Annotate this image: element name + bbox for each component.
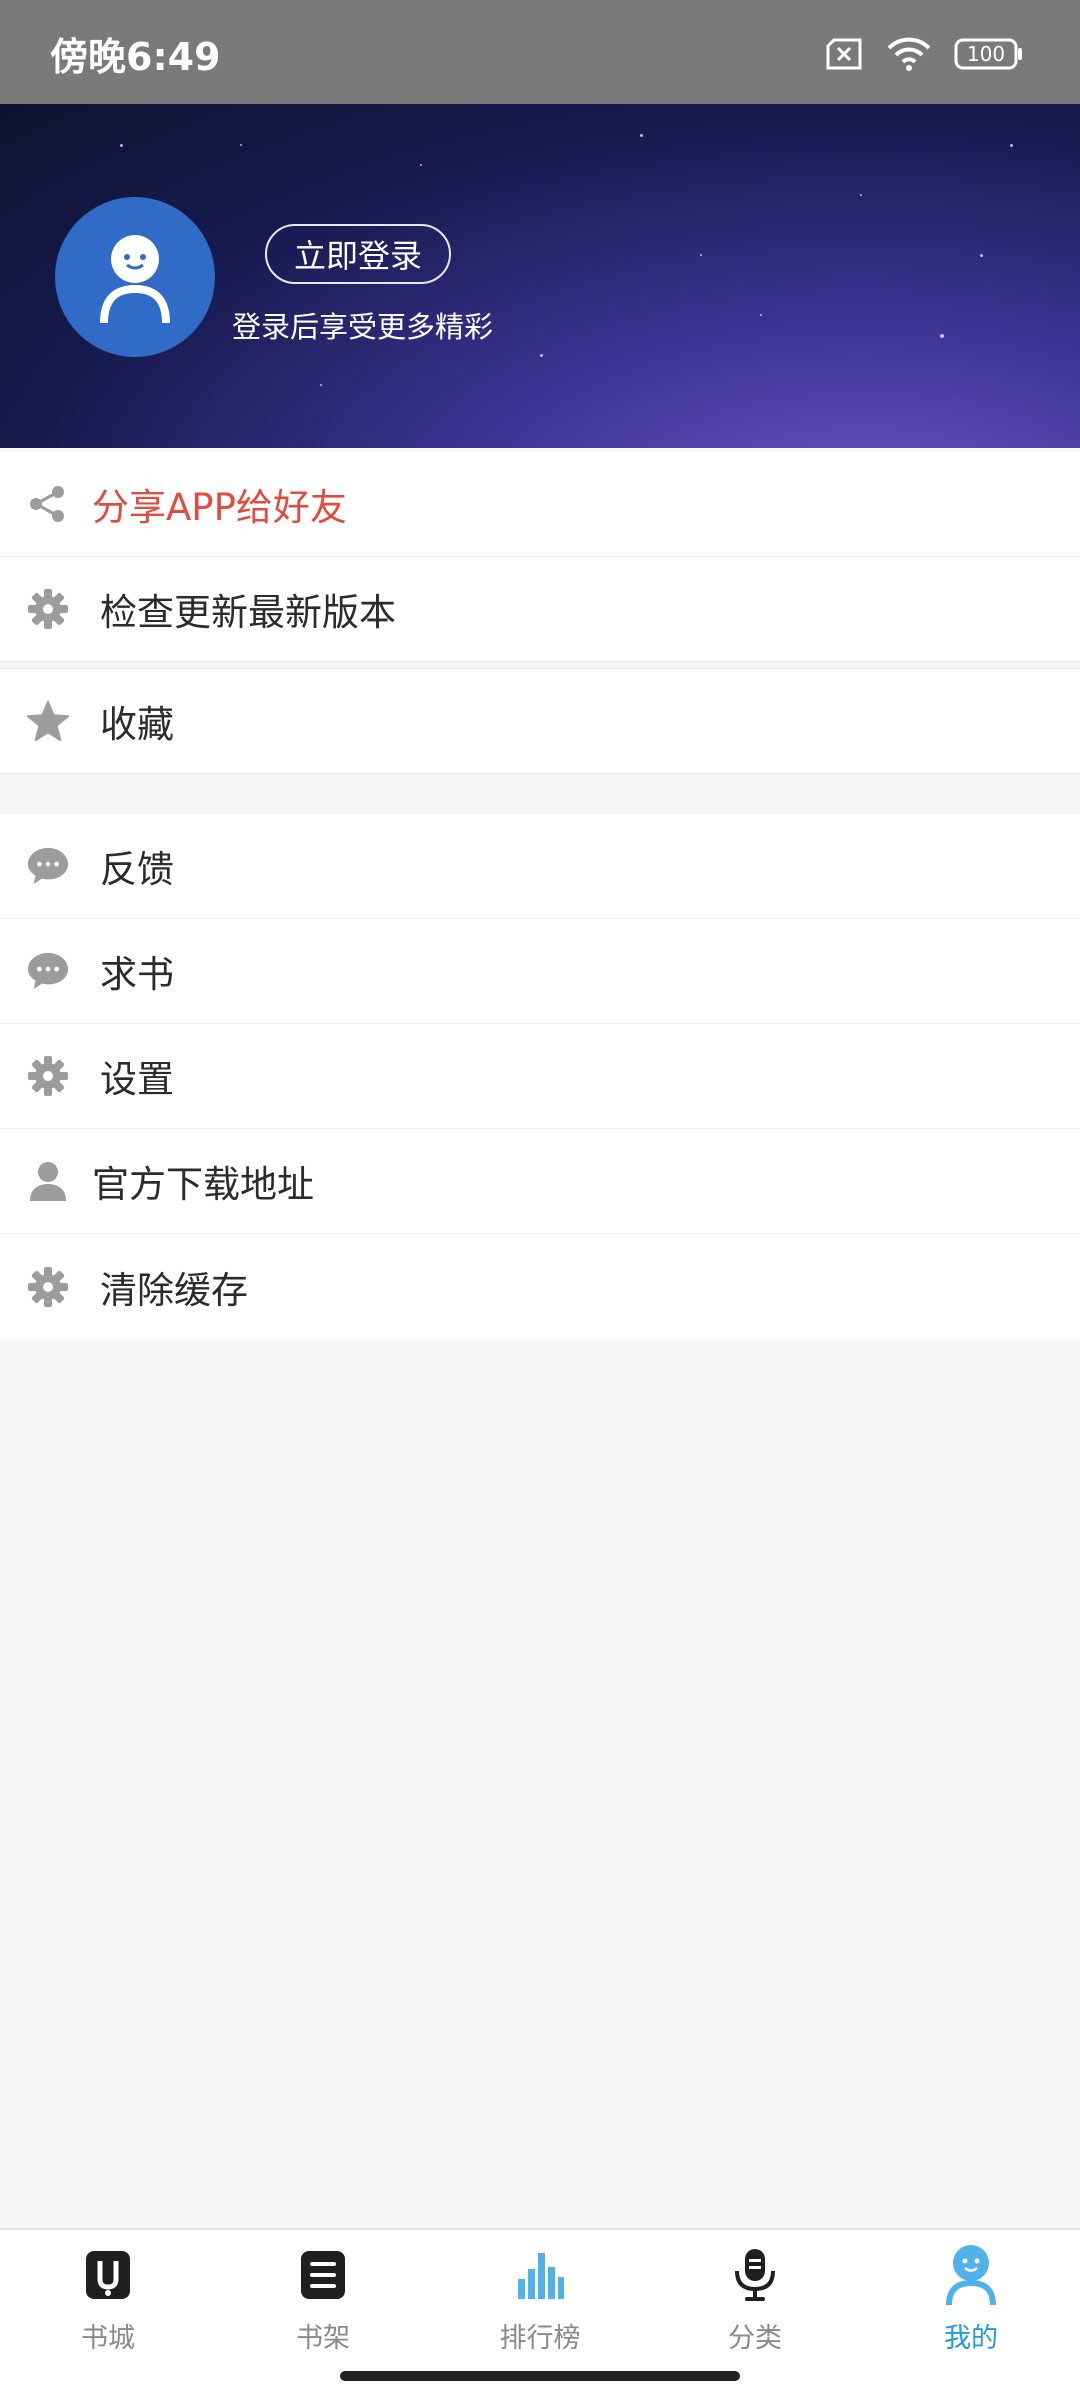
nav-label: 我的 xyxy=(944,2323,998,2354)
nav-label: 分类 xyxy=(728,2323,782,2354)
menu-item-label: 求书 xyxy=(100,953,174,996)
status-icons: 100 xyxy=(824,32,1024,76)
person-icon xyxy=(26,1159,70,1203)
battery-icon: 100 xyxy=(954,38,1024,70)
menu-item-label: 官方下载地址 xyxy=(92,1163,314,1206)
nav-label: 书架 xyxy=(296,2323,350,2354)
chat-bubble-icon xyxy=(26,844,70,888)
menu-item-label: 设置 xyxy=(100,1058,174,1101)
bookshelf-icon xyxy=(248,2240,398,2310)
avatar[interactable] xyxy=(55,197,215,357)
wifi-icon xyxy=(886,36,932,72)
gear-icon xyxy=(26,587,70,631)
nav-tab-bookstore[interactable]: 书城 xyxy=(33,2240,183,2360)
menu-item-check-update[interactable]: 检查更新最新版本 xyxy=(0,557,1080,662)
chat-bubble-icon xyxy=(26,949,70,993)
nav-tab-ranking[interactable]: 排行榜 xyxy=(465,2240,615,2360)
share-icon xyxy=(26,482,70,526)
microphone-icon xyxy=(680,2240,830,2310)
login-button[interactable]: 立即登录 xyxy=(265,224,451,284)
ranking-icon xyxy=(465,2240,615,2310)
nav-tab-category[interactable]: 分类 xyxy=(680,2240,830,2360)
status-time: 傍晚6:49 xyxy=(50,35,221,79)
nav-label: 排行榜 xyxy=(499,2323,581,2354)
profile-header: 立即登录 登录后享受更多精彩 xyxy=(0,104,1080,448)
menu-group-share-update: 分享APP给好友 检查更新最新版本 xyxy=(0,452,1080,662)
menu-item-official-download[interactable]: 官方下载地址 xyxy=(0,1129,1080,1234)
nav-tab-mine[interactable]: 我的 xyxy=(896,2240,1046,2360)
menu-item-settings[interactable]: 设置 xyxy=(0,1024,1080,1129)
nav-tab-bookshelf[interactable]: 书架 xyxy=(248,2240,398,2360)
menu-item-label: 清除缓存 xyxy=(100,1268,248,1312)
menu-item-label: 收藏 xyxy=(100,703,174,746)
menu-item-share-app[interactable]: 分享APP给好友 xyxy=(0,452,1080,557)
menu-item-request-book[interactable]: 求书 xyxy=(0,919,1080,1024)
status-bar: 傍晚6:49 100 xyxy=(0,0,1080,104)
nav-label: 书城 xyxy=(81,2323,135,2354)
menu-item-label: 检查更新最新版本 xyxy=(100,591,396,634)
menu-item-clear-cache[interactable]: 清除缓存 xyxy=(0,1234,1080,1339)
menu-group-favorites: 收藏 xyxy=(0,668,1080,774)
bookstore-icon xyxy=(33,2240,183,2310)
sim-off-icon xyxy=(824,38,864,70)
menu-item-label: 反馈 xyxy=(100,848,174,891)
menu-item-feedback[interactable]: 反馈 xyxy=(0,814,1080,919)
home-indicator[interactable] xyxy=(340,2371,740,2381)
menu-item-favorites[interactable]: 收藏 xyxy=(0,669,1080,774)
menu-item-label: 分享APP给好友 xyxy=(92,486,347,529)
gear-icon xyxy=(26,1054,70,1098)
gear-icon xyxy=(26,1265,70,1309)
menu-group-misc: 反馈 求书 设置 官方下载地址 清除缓存 xyxy=(0,814,1080,1339)
login-subtitle: 登录后享受更多精彩 xyxy=(232,310,494,344)
avatar-person-icon xyxy=(100,235,170,324)
profile-icon xyxy=(896,2240,1046,2310)
battery-level: 100 xyxy=(966,42,1006,66)
star-icon xyxy=(26,699,70,743)
